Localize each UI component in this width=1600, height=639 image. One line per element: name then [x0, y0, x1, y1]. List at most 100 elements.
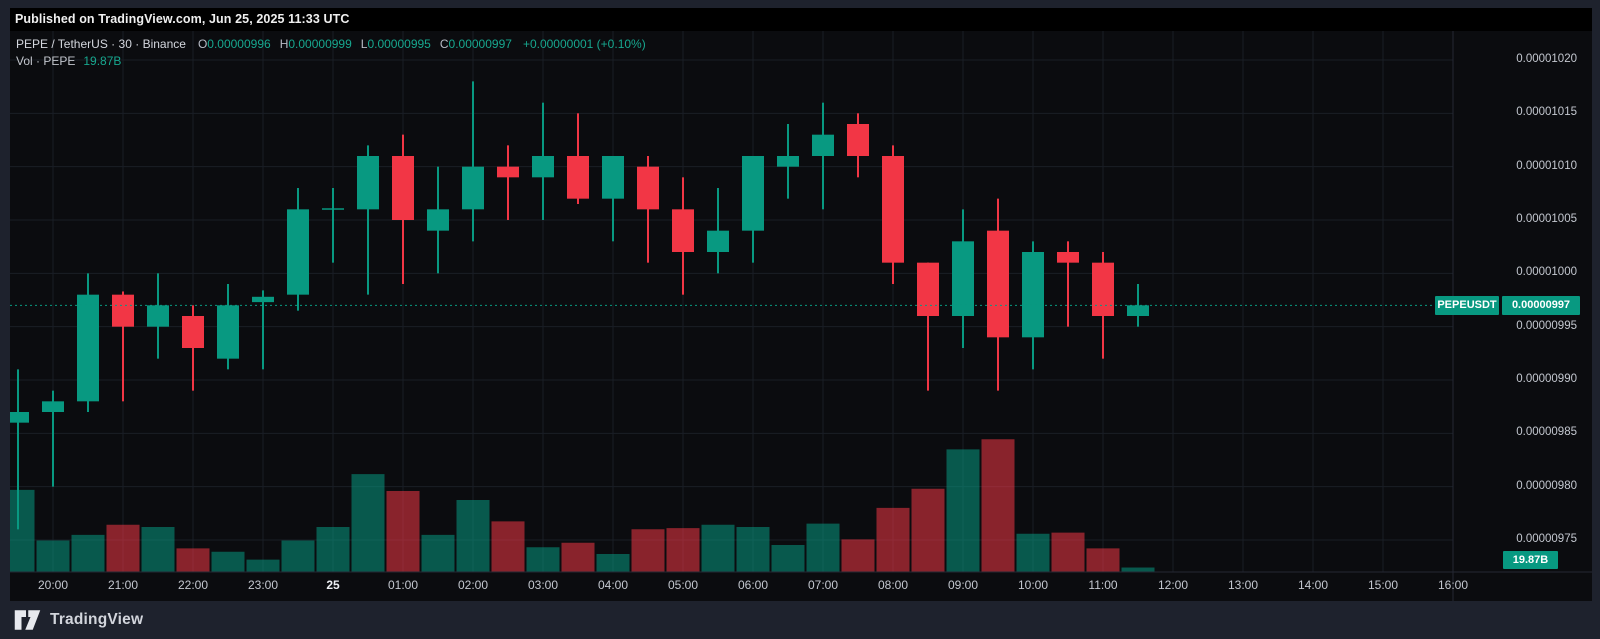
time-tick-label: 07:00 — [807, 578, 839, 592]
time-tick-label: 22:00 — [177, 578, 209, 592]
volume-bar — [701, 524, 735, 572]
symbol-title: PEPE / TetherUS · 30 · Binance — [16, 36, 186, 51]
candle-body — [10, 412, 29, 423]
volume-bar — [1016, 533, 1050, 572]
price-tick-label: 0.00000995 — [1516, 319, 1577, 332]
candle-body — [987, 230, 1009, 338]
volume-bar — [981, 439, 1015, 572]
candle-body — [147, 305, 169, 327]
time-tick-label: 13:00 — [1227, 578, 1259, 592]
price-tick-label: 0.00001000 — [1516, 266, 1577, 279]
volume-bar — [316, 527, 350, 572]
legend-volume-row: Vol · PEPE 19.87B — [16, 53, 646, 68]
candle-body — [42, 401, 64, 412]
candle-body — [567, 156, 589, 199]
time-tick-label: 11:00 — [1088, 578, 1118, 592]
volume-bar — [421, 534, 455, 572]
volume-bar — [141, 527, 175, 572]
current-volume-badge: 19.87B — [1503, 551, 1558, 569]
volume-bar — [631, 529, 665, 572]
candle-body — [777, 156, 799, 167]
candle-body — [532, 156, 554, 178]
volume-bar — [666, 528, 700, 572]
legend-symbol-row: PEPE / TetherUS · 30 · Binance O0.000009… — [16, 36, 646, 51]
time-tick-label: 21:00 — [107, 578, 139, 592]
ohlc-open: O0.00000996 — [197, 36, 271, 51]
time-tick-label: 01:00 — [387, 578, 419, 592]
volume-bar — [106, 524, 140, 572]
volume-bar — [36, 540, 70, 572]
price-change: +0.00000001 (+0.10%) — [522, 36, 646, 51]
candle-body — [672, 209, 694, 252]
volume-bar — [176, 548, 210, 572]
current-symbol-badge: PEPEUSDT — [1435, 296, 1499, 315]
time-tick-label: 14:00 — [1297, 578, 1329, 592]
candle-body — [182, 316, 204, 348]
candle-body — [287, 209, 309, 295]
volume-bar — [876, 507, 910, 572]
candle-body — [1127, 305, 1149, 316]
volume-bar — [806, 523, 840, 572]
candle-body — [217, 305, 239, 359]
publish-banner: Published on TradingView.com, Jun 25, 20… — [10, 8, 1592, 31]
time-tick-label: 04:00 — [597, 578, 629, 592]
candle-body — [462, 166, 484, 210]
candle-body — [637, 166, 659, 210]
price-tick-label: 0.00000980 — [1516, 479, 1577, 492]
price-tick-label: 0.00001015 — [1516, 106, 1577, 119]
candle-body — [847, 124, 869, 156]
candle-body — [252, 296, 274, 303]
time-tick-label: 05:00 — [667, 578, 699, 592]
time-axis[interactable]: 20:00 21:00 22:00 23:00 25 01:00 02:00 03:00 04:… — [10, 572, 1592, 601]
volume-bar — [456, 500, 490, 572]
candle-body — [952, 241, 974, 316]
tradingview-logo-icon[interactable] — [14, 609, 41, 631]
tradingview-snapshot: Published on TradingView.com, Jun 25, 20… — [0, 0, 1600, 639]
time-tick-label: 02:00 — [457, 578, 489, 592]
price-tick-label: 0.00001005 — [1516, 213, 1577, 225]
current-price-badge: 0.00000997 — [1502, 296, 1580, 315]
price-tick-label: 0.00001010 — [1516, 159, 1577, 172]
volume-bar — [911, 488, 945, 572]
volume-bar — [841, 539, 875, 572]
volume-bar — [771, 545, 805, 572]
time-tick-label: 12:00 — [1157, 578, 1189, 592]
volume-bar — [561, 542, 595, 572]
volume-bar — [526, 547, 560, 572]
price-tick-label: 0.00000985 — [1516, 426, 1577, 439]
candle-body — [882, 156, 904, 263]
tradingview-brand-link[interactable]: TradingView — [50, 611, 143, 629]
time-tick-label: 08:00 — [877, 578, 909, 592]
candlestick-chart[interactable] — [10, 31, 1592, 601]
time-tick-label: 09:00 — [947, 578, 979, 592]
footer-bar: TradingView — [0, 601, 1600, 639]
volume-bar — [281, 540, 315, 572]
volume-bar — [246, 559, 280, 572]
volume-label: Vol · PEPE — [16, 53, 76, 68]
volume-bar — [1086, 548, 1120, 572]
volume-bar — [10, 489, 35, 572]
time-tick-label: 16:00 — [1437, 578, 1469, 592]
volume-value: 19.87B — [83, 53, 122, 68]
candle-body — [357, 156, 379, 210]
chart-panel[interactable]: PEPE / TetherUS · 30 · Binance O0.000009… — [10, 31, 1592, 601]
candle-body — [742, 156, 764, 231]
volume-bar — [211, 551, 245, 572]
candle-body — [497, 166, 519, 178]
candle-body — [322, 208, 344, 210]
ohlc-close: C0.00000997 — [439, 36, 512, 51]
candle-body — [1057, 252, 1079, 263]
time-tick-label: 20:00 — [37, 578, 69, 592]
candle-body — [917, 262, 939, 316]
time-tick-label: 03:00 — [527, 578, 559, 592]
volume-bar — [351, 474, 385, 572]
volume-bar — [596, 554, 630, 572]
candle-body — [77, 294, 99, 402]
candle-body — [427, 209, 449, 231]
candle-body — [812, 134, 834, 156]
time-tick-label: 23:00 — [247, 578, 279, 592]
candle-body — [112, 294, 134, 327]
candle-body — [1022, 252, 1044, 338]
price-tick-label: 0.00001020 — [1516, 53, 1577, 65]
ohlc-low: L0.00000995 — [360, 36, 431, 51]
